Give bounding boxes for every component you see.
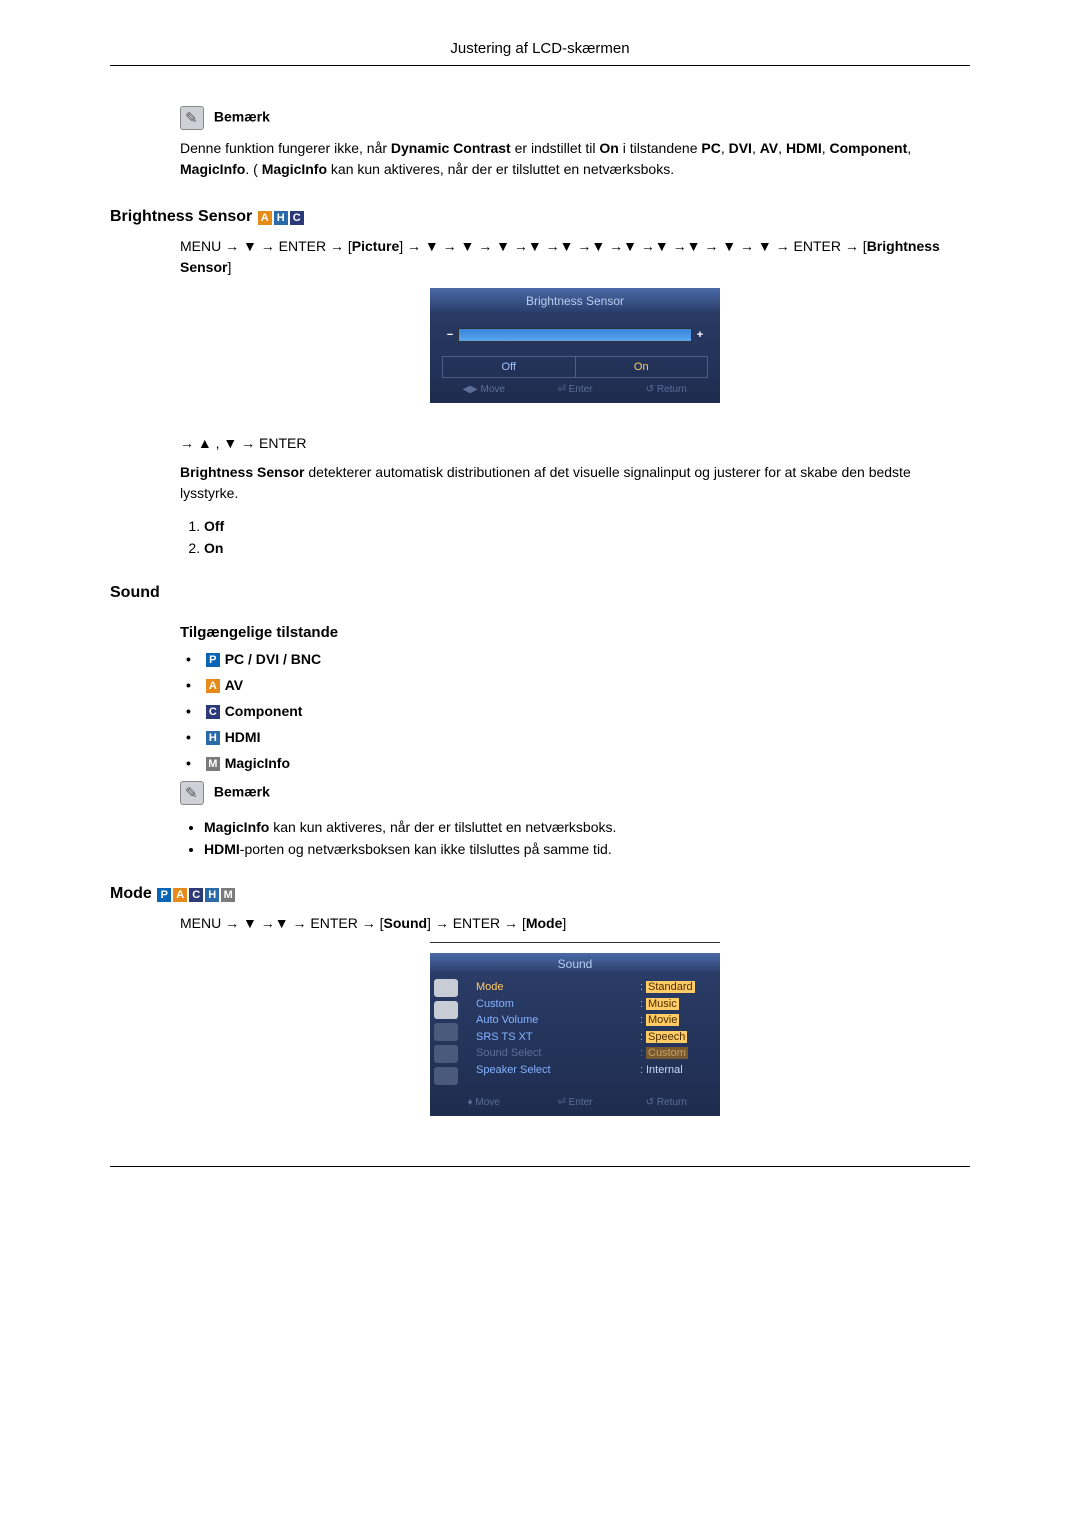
side-icon <box>434 1001 458 1019</box>
badge-p-icon: P <box>206 653 220 667</box>
move-hint: ♦ Move <box>438 1097 529 1108</box>
plus-icon: + <box>692 329 708 341</box>
menu-value: Custom <box>646 1047 688 1059</box>
mode-path: MENU → ▼ →▼ → ENTER → [Sound] → ENTER → … <box>180 913 970 934</box>
return-hint: ↺ Return <box>621 1097 712 1108</box>
badge-h-icon: H <box>205 888 219 902</box>
enter-hint: ⏎ Enter <box>529 384 620 395</box>
side-icon <box>434 1045 458 1063</box>
brightness-path: MENU → ▼ → ENTER → [Picture] → ▼ → ▼ → ▼… <box>180 236 970 556</box>
side-icon <box>434 979 458 997</box>
note-icon <box>180 106 204 130</box>
menu-value: Movie <box>646 1014 679 1026</box>
menu-value: Standard <box>646 981 695 993</box>
brightness-options: Off On <box>180 518 970 556</box>
page-header: Justering af LCD-skærmen <box>110 40 970 66</box>
badge-m-icon: M <box>206 757 220 771</box>
menu-label: Custom <box>476 996 640 1013</box>
off-on-row: Off On <box>442 356 708 378</box>
badge-a-icon: A <box>258 211 272 225</box>
menu-label: Sound Select <box>476 1045 640 1062</box>
badge-h-icon: H <box>274 211 288 225</box>
list-item: HDMI-porten og netværksboksen kan ikke t… <box>204 841 970 857</box>
menu-label: Auto Volume <box>476 1012 640 1029</box>
osd-menu: Mode : Standard Custom : Music Auto Volu… <box>472 973 720 1091</box>
badge-c-icon: C <box>206 705 220 719</box>
mode-content: MENU → ▼ →▼ → ENTER → [Sound] → ENTER → … <box>180 913 970 1116</box>
list-item: P PC / DVI / BNC <box>186 651 970 667</box>
note-1-text: Denne funktion fungerer ikke, når Dynami… <box>180 138 970 180</box>
list-item: C Component <box>186 703 970 719</box>
list-item: MagicInfo kan kun aktiveres, når der er … <box>204 819 970 835</box>
menu-value: Music <box>646 998 679 1010</box>
brightness-sensor-title: Brightness Sensor AHC <box>110 208 970 226</box>
list-item: H HDMI <box>186 729 970 745</box>
menu-label: SRS TS XT <box>476 1029 640 1046</box>
badge-a-icon: A <box>173 888 187 902</box>
badge-m-icon: M <box>221 888 235 902</box>
list-item: A AV <box>186 677 970 693</box>
off-label: Off <box>443 357 576 377</box>
brightness-desc: Brightness Sensor detekterer automatisk … <box>180 462 970 504</box>
move-hint: ◀▶ Move <box>438 384 529 395</box>
menu-value: Internal <box>646 1062 716 1079</box>
sound-title: Sound <box>110 584 970 602</box>
side-icon <box>434 1067 458 1085</box>
osd-title: Brightness Sensor <box>430 288 720 312</box>
osd-slider: − + <box>430 312 720 350</box>
menu-value: Speech <box>646 1031 687 1043</box>
minus-icon: − <box>442 329 458 341</box>
badge-h-icon: H <box>206 731 220 745</box>
badge-c-icon: C <box>189 888 203 902</box>
menu-label: Mode <box>476 979 640 996</box>
slider-bar <box>458 328 692 342</box>
footer-divider <box>110 1166 970 1167</box>
side-icon <box>434 1023 458 1041</box>
option-off: Off <box>204 518 224 534</box>
mode-list: P PC / DVI / BNC A AV C Component H HDMI… <box>180 651 970 771</box>
note-heading-2: Bemærk <box>214 784 270 800</box>
menu-label: Speaker Select <box>476 1062 640 1079</box>
mode-title: Mode PACHM <box>110 885 970 903</box>
option-on: On <box>204 540 223 556</box>
osd-sound-title: Sound <box>430 953 720 973</box>
available-modes-heading: Tilgængelige tilstande <box>180 624 970 641</box>
return-hint: ↺ Return <box>621 384 712 395</box>
note-icon <box>180 781 204 805</box>
sound-osd: Sound Mode : Standard Custom : Music <box>430 953 720 1116</box>
on-label: On <box>576 357 708 377</box>
osd-sound-footer: ♦ Move ⏎ Enter ↺ Return <box>430 1091 720 1116</box>
list-item: M MagicInfo <box>186 755 970 771</box>
note-heading: Bemærk <box>214 109 270 125</box>
arrow-path-2: → ▲ , ▼ → ENTER <box>180 433 970 454</box>
brightness-osd: Brightness Sensor − + Off On ◀▶ Move ⏎ E… <box>430 288 720 403</box>
badge-p-icon: P <box>157 888 171 902</box>
sound-notes: MagicInfo kan kun aktiveres, når der er … <box>180 819 970 857</box>
badge-a-icon: A <box>206 679 220 693</box>
badge-c-icon: C <box>290 211 304 225</box>
note-section-1: Bemærk Denne funktion fungerer ikke, når… <box>180 106 970 180</box>
osd-side-icons <box>430 973 472 1091</box>
enter-hint: ⏎ Enter <box>529 1097 620 1108</box>
osd-footer: ◀▶ Move ⏎ Enter ↺ Return <box>430 378 720 403</box>
